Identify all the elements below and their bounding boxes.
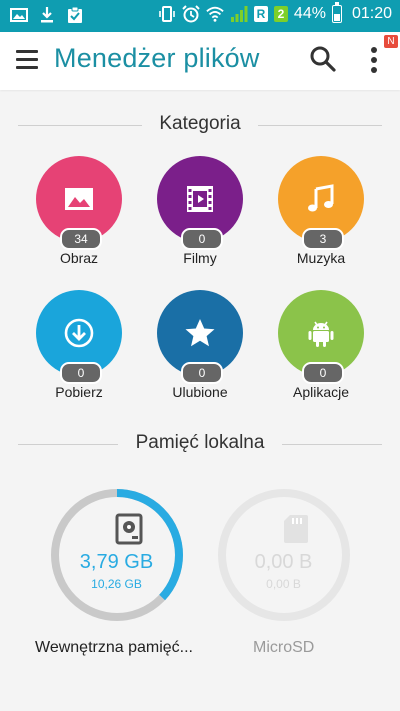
signal-icon bbox=[230, 6, 248, 22]
divider bbox=[258, 125, 382, 126]
category-count-badge: 0 bbox=[181, 228, 223, 250]
category-count-badge: 34 bbox=[60, 228, 102, 250]
sim2-badge: 2 bbox=[273, 6, 288, 22]
category-label: Pobierz bbox=[55, 384, 103, 400]
gallery-notification-icon bbox=[10, 8, 28, 22]
category-downloads[interactable]: 0 Pobierz bbox=[23, 290, 135, 410]
storage-total-text: 0,00 B bbox=[266, 577, 301, 591]
category-videos[interactable]: 0 Filmy bbox=[144, 156, 256, 276]
storage-name: Wewnętrzna pamięć... bbox=[35, 639, 193, 656]
sim1-badge: R bbox=[253, 6, 268, 22]
alarm-icon bbox=[182, 5, 200, 23]
category-favorites[interactable]: 0 Ulubione bbox=[144, 290, 256, 410]
category-apps[interactable]: 0 Aplikacje bbox=[265, 290, 377, 410]
divider bbox=[282, 444, 382, 445]
category-count-badge: 3 bbox=[302, 228, 344, 250]
status-bar: R 2 44% 01:20 bbox=[0, 0, 400, 32]
storage-section-header: Pamięć lokalna bbox=[18, 432, 382, 456]
music-icon bbox=[308, 184, 334, 212]
android-icon bbox=[308, 321, 334, 347]
battery-percent: 44% bbox=[293, 5, 326, 22]
hard-drive-icon bbox=[115, 513, 143, 545]
download-icon bbox=[64, 318, 94, 348]
storage-section-title: Pamięć lokalna bbox=[135, 432, 265, 453]
battery-icon bbox=[331, 2, 342, 23]
storage-used-text: 0,00 B bbox=[254, 551, 313, 573]
category-section-header: Kategoria bbox=[18, 113, 382, 137]
category-section-title: Kategoria bbox=[159, 113, 241, 134]
storage-used-text: 3,79 GB bbox=[79, 551, 154, 573]
storage-name: MicroSD bbox=[253, 639, 315, 656]
category-count-badge: 0 bbox=[302, 362, 344, 384]
category-images[interactable]: 34 Obraz bbox=[23, 156, 135, 276]
category-label: Ulubione bbox=[172, 384, 228, 400]
clipboard-check-icon bbox=[68, 6, 82, 23]
storage-total-text: 10,26 GB bbox=[91, 577, 142, 591]
notification-badge: N bbox=[384, 35, 398, 48]
app-bar: Menedżer plików N bbox=[0, 32, 400, 90]
wifi-icon bbox=[206, 6, 224, 22]
category-count-badge: 0 bbox=[60, 362, 102, 384]
vibrate-icon bbox=[159, 6, 175, 22]
category-label: Aplikacje bbox=[292, 384, 350, 400]
film-icon bbox=[187, 186, 213, 212]
category-label: Obraz bbox=[59, 250, 99, 266]
category-label: Muzyka bbox=[296, 250, 346, 266]
image-icon bbox=[65, 188, 93, 210]
more-options-icon[interactable] bbox=[366, 45, 382, 75]
download-notification-icon bbox=[41, 7, 53, 23]
page-title: Menedżer plików bbox=[54, 43, 260, 73]
category-count-badge: 0 bbox=[181, 362, 223, 384]
clock: 01:20 bbox=[351, 5, 392, 22]
star-icon bbox=[185, 319, 215, 347]
sd-card-icon bbox=[284, 515, 308, 543]
search-icon[interactable] bbox=[309, 45, 337, 73]
hamburger-menu-icon[interactable] bbox=[16, 50, 38, 70]
category-label: Filmy bbox=[183, 250, 217, 266]
category-music[interactable]: 3 Muzyka bbox=[265, 156, 377, 276]
